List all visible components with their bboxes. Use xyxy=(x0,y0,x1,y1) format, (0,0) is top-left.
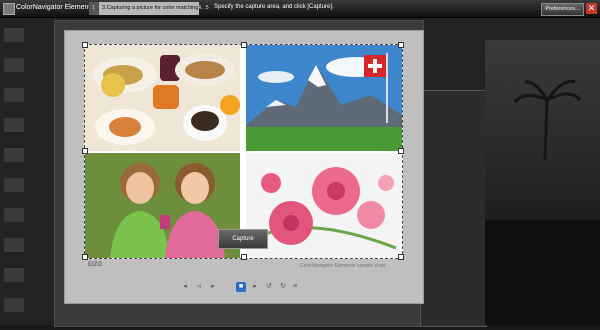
children-image xyxy=(85,153,240,258)
capture-button[interactable]: Capture xyxy=(218,229,268,249)
desktop-icon[interactable] xyxy=(4,28,24,42)
resize-handle[interactable] xyxy=(82,254,88,260)
desktop-icon[interactable] xyxy=(4,238,24,252)
resize-handle[interactable] xyxy=(82,148,88,154)
preferences-button[interactable]: Preferences... xyxy=(541,3,584,16)
app-logo-icon xyxy=(3,3,15,15)
sample-caption: ColorNavigator Elements sample chart xyxy=(300,263,386,269)
desktop-icon[interactable] xyxy=(4,268,24,282)
desktop-icon[interactable] xyxy=(4,178,24,192)
palm-tree-silhouette-icon xyxy=(485,79,600,325)
play-icon[interactable]: ▸ xyxy=(208,282,218,292)
instruction-text: Specify the capture area, and click [Cap… xyxy=(214,4,334,10)
resize-handle[interactable] xyxy=(398,254,404,260)
step-4-5-tab[interactable]: 4.. 5 xyxy=(195,2,211,15)
resize-handle[interactable] xyxy=(398,42,404,48)
next-icon[interactable]: ▸ xyxy=(250,282,260,292)
title-bar: ColorNavigator Elements 1 3.Capturing a … xyxy=(0,0,600,18)
desktop-icon[interactable] xyxy=(4,58,24,72)
resize-handle[interactable] xyxy=(241,254,247,260)
desktop-icon[interactable] xyxy=(4,298,24,312)
desktop-icon[interactable] xyxy=(4,118,24,132)
first-icon[interactable]: ◂ xyxy=(180,282,190,292)
resize-handle[interactable] xyxy=(398,148,404,154)
desktop-icon[interactable] xyxy=(4,148,24,162)
desktop-icon[interactable] xyxy=(4,208,24,222)
rotate-right-icon[interactable]: ↻ xyxy=(278,282,288,292)
close-button[interactable]: ✕ xyxy=(586,3,597,14)
capture-area[interactable] xyxy=(82,42,404,260)
background-window-2 xyxy=(420,90,487,327)
resize-handle[interactable] xyxy=(82,42,88,48)
flowers-image xyxy=(246,153,402,258)
step-3-tab[interactable]: 3.Capturing a picture for color matching xyxy=(99,2,199,15)
background-landscape xyxy=(485,40,600,325)
viewer-toolbar: ◂ ◃ ▸ ■ ▸ ↺ ↻ ≡ xyxy=(180,282,300,294)
rotate-left-icon[interactable]: ↺ xyxy=(264,282,274,292)
app-title: ColorNavigator Elements xyxy=(16,4,94,11)
desktop-icon[interactable] xyxy=(4,88,24,102)
stop-icon[interactable]: ■ xyxy=(236,282,246,292)
eizo-logo: EIZO xyxy=(88,262,103,268)
breakfast-image xyxy=(85,45,240,151)
mountain-flag-image xyxy=(246,45,402,151)
prev-icon[interactable]: ◃ xyxy=(194,282,204,292)
menu-icon[interactable]: ≡ xyxy=(290,282,300,292)
resize-handle[interactable] xyxy=(241,42,247,48)
